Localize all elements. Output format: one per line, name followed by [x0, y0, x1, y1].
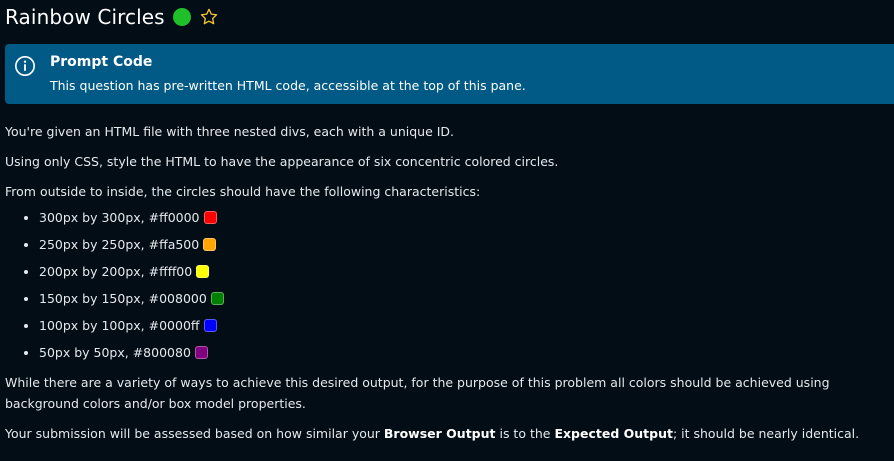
list-item: 200px by 200px, #ffff00 — [39, 258, 890, 285]
problem-pane: Rainbow Circles Prompt Code This questio… — [0, 0, 894, 461]
list-item: 50px by 50px, #800080 — [39, 339, 890, 366]
title-row: Rainbow Circles — [5, 4, 219, 30]
list-item: 150px by 150px, #008000 — [39, 285, 890, 312]
description-paragraph-2: Using only CSS, style the HTML to have t… — [5, 154, 559, 169]
circle-spec-list: 300px by 300px, #ff0000 250px by 250px, … — [5, 204, 890, 366]
callout-text: This question has pre-written HTML code,… — [50, 78, 526, 93]
description-paragraph-3: From outside to inside, the circles shou… — [5, 184, 481, 199]
color-swatch — [203, 319, 217, 332]
color-swatch — [203, 238, 217, 251]
description-paragraph-1: You're given an HTML file with three nes… — [5, 124, 455, 139]
page-title: Rainbow Circles — [5, 5, 165, 29]
description-paragraph-5: Your submission will be assessed based o… — [5, 426, 860, 441]
description-paragraph-4: While there are a variety of ways to ach… — [5, 375, 830, 411]
color-swatch — [194, 346, 208, 359]
browser-output-term: Browser Output — [383, 426, 496, 441]
list-item: 300px by 300px, #ff0000 — [39, 204, 890, 231]
color-swatch — [203, 211, 217, 224]
star-outline-icon — [200, 8, 217, 25]
callout-title: Prompt Code — [50, 54, 153, 70]
expected-output-term: Expected Output — [554, 426, 673, 441]
list-item: 250px by 250px, #ffa500 — [39, 231, 890, 258]
color-swatch — [210, 292, 224, 305]
completed-status-dot — [172, 8, 191, 26]
problem-description: You're given an HTML file with three nes… — [5, 121, 890, 453]
prompt-code-callout: Prompt Code This question has pre-writte… — [5, 44, 894, 104]
star-icon[interactable] — [199, 7, 219, 27]
info-circle-icon — [14, 55, 36, 77]
color-swatch — [196, 265, 210, 278]
list-item: 100px by 100px, #0000ff — [39, 312, 890, 339]
